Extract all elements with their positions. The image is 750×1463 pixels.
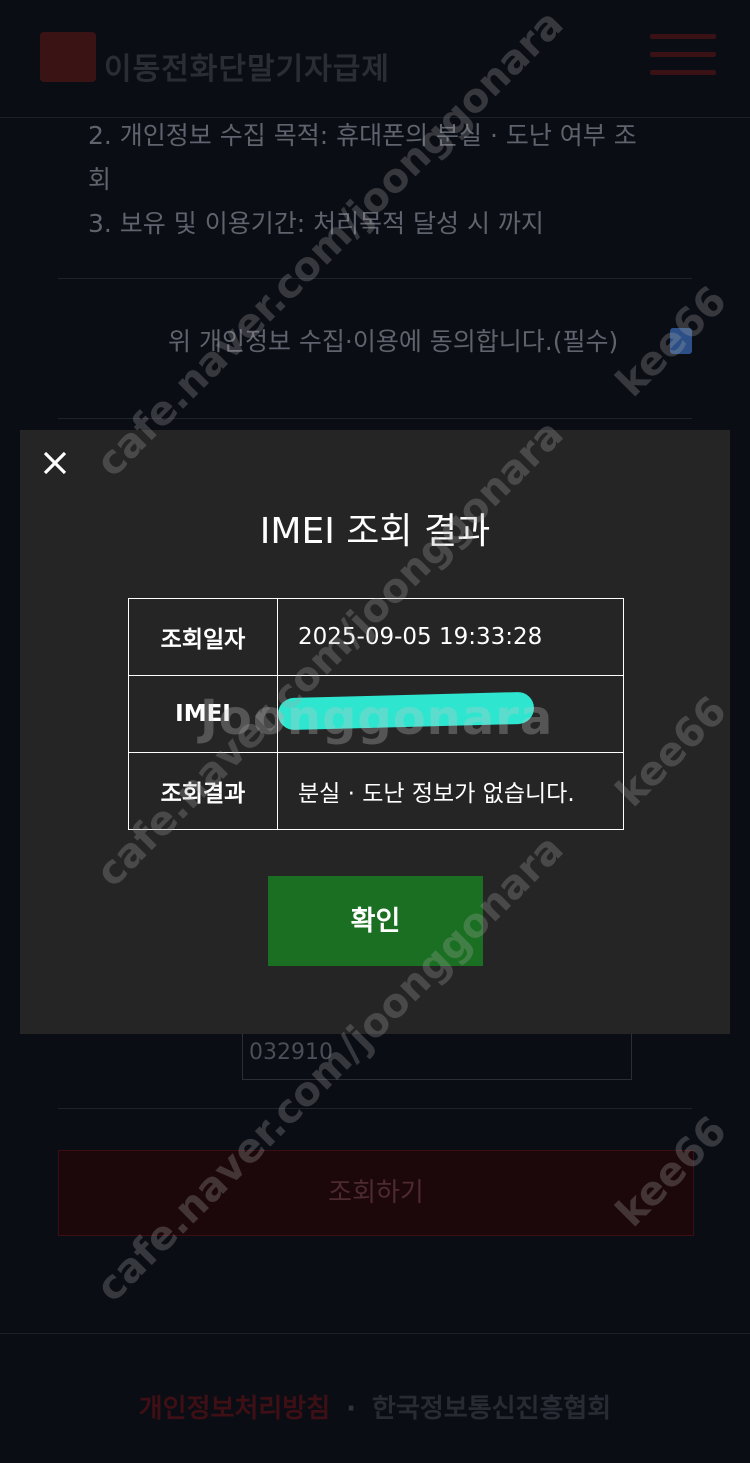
page: 이동전화단말기자급제 2. 개인정보 수집 목적: 휴대폰의 분실 · 도난 여… [0, 0, 750, 1463]
terms-line: 3. 보유 및 이용기간: 처리목적 달성 시 까지 [88, 209, 544, 238]
terms-line: 2. 개인정보 수집 목적: 휴대폰의 분실 · 도난 여부 조 [88, 121, 637, 150]
privacy-policy-link[interactable]: 개인정보처리방침 [139, 1394, 330, 1424]
redaction-mark [277, 691, 535, 731]
captcha-input[interactable]: 032910 [242, 1032, 632, 1080]
footer-separator: · [346, 1394, 357, 1424]
result-modal: IMEI 조회 결과 조회일자 2025-09-05 19:33:28 IMEI… [20, 430, 730, 1034]
modal-title: IMEI 조회 결과 [259, 511, 491, 552]
footer: 개인정보처리방침 · 한국정보통신진흥협회 [0, 1388, 750, 1425]
row-label: 조회결과 [128, 752, 278, 830]
row-value: 분실 · 도난 정보가 없습니다. [277, 752, 624, 830]
site-logo-text[interactable]: 이동전화단말기자급제 [104, 44, 390, 88]
divider [58, 1108, 692, 1109]
row-label: 조회일자 [128, 598, 278, 676]
table-row: 조회결과 분실 · 도난 정보가 없습니다. [128, 752, 624, 830]
row-label: IMEI [128, 675, 278, 753]
table-row: 조회일자 2025-09-05 19:33:28 [128, 598, 624, 676]
confirm-button[interactable]: 확인 [268, 876, 483, 966]
privacy-terms: 2. 개인정보 수집 목적: 휴대폰의 분실 · 도난 여부 조 회 3. 보유… [88, 114, 688, 246]
imei-value-redacted [277, 675, 624, 753]
logo-icon[interactable] [40, 32, 96, 82]
site-header: 이동전화단말기자급제 [0, 0, 750, 118]
close-icon[interactable] [42, 450, 68, 476]
agree-label: 위 개인정보 수집·이용에 동의합니다.(필수) [168, 327, 619, 356]
agree-checkbox[interactable] [670, 328, 692, 354]
row-value: 2025-09-05 19:33:28 [277, 598, 624, 676]
table-row: IMEI [128, 675, 624, 753]
org-link[interactable]: 한국정보통신진흥협회 [372, 1394, 611, 1424]
result-table: 조회일자 2025-09-05 19:33:28 IMEI 조회결과 분실 · … [128, 598, 624, 830]
divider [58, 418, 692, 419]
search-button[interactable]: 조회하기 [58, 1150, 694, 1236]
terms-line: 회 [88, 165, 112, 194]
footer-divider [0, 1333, 750, 1334]
hamburger-menu-icon[interactable] [650, 34, 716, 78]
divider [58, 278, 692, 279]
